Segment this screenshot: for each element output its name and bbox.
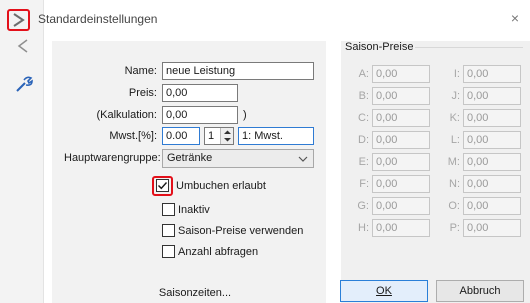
window-title: Standardeinstellungen (38, 12, 158, 26)
wrench-button[interactable] (14, 74, 34, 94)
season-k-label: K: (449, 112, 460, 124)
season-o-label: O: (448, 200, 460, 212)
inaktiv-label[interactable]: Inaktiv (178, 204, 210, 216)
season-k-input[interactable]: 0,00 (463, 109, 521, 127)
season-n-label: N: (449, 178, 460, 190)
season-prices-divider (415, 47, 523, 48)
season-prices-title: Saison-Preise (345, 41, 414, 53)
calc-close-paren: ) (243, 109, 247, 121)
season-m-input[interactable]: 0,00 (463, 153, 521, 171)
season-g-label: G: (357, 200, 369, 212)
season-prices-label[interactable]: Saison-Preise verwenden (178, 225, 303, 237)
season-i-input[interactable]: 0,00 (463, 65, 521, 83)
chevron-left-button[interactable] (14, 37, 32, 55)
season-b-label: B: (358, 90, 369, 102)
chevron-right-icon (13, 13, 25, 27)
season-j-label: J: (451, 90, 460, 102)
season-times-button[interactable]: Saisonzeiten... (150, 287, 240, 299)
price-input[interactable]: 0,00 (162, 84, 238, 102)
vat-spinner[interactable] (220, 128, 233, 144)
season-g-input[interactable]: 0,00 (372, 197, 430, 215)
season-e-input[interactable]: 0,00 (372, 153, 430, 171)
calc-input[interactable]: 0,00 (162, 106, 238, 124)
chevron-right-button[interactable] (7, 9, 30, 31)
vat-description-input[interactable]: 1: Mwst. (238, 127, 314, 145)
season-l-input[interactable]: 0,00 (463, 131, 521, 149)
inaktiv-checkbox[interactable] (162, 203, 175, 216)
season-e-label: E: (358, 156, 369, 168)
season-d-input[interactable]: 0,00 (372, 131, 430, 149)
season-o-input[interactable]: 0,00 (463, 197, 521, 215)
season-p-label: P: (449, 222, 460, 234)
close-button[interactable]: × (507, 10, 523, 26)
checkmark-icon (158, 182, 168, 190)
calc-label: (Kalkulation: (96, 109, 157, 121)
vat-number-value: 1 (208, 130, 215, 142)
general-panel (52, 41, 326, 303)
season-prices-checkbox[interactable] (162, 224, 175, 237)
season-i-label: I: (453, 68, 460, 80)
season-m-label: M: (447, 156, 460, 168)
season-h-input[interactable]: 0,00 (372, 219, 430, 237)
season-j-input[interactable]: 0,00 (463, 87, 521, 105)
ok-button[interactable]: OK (340, 280, 428, 302)
season-d-label: D: (358, 134, 369, 146)
spinner-arrows-icon (224, 130, 231, 142)
season-c-input[interactable]: 0,00 (372, 109, 430, 127)
umbuchen-checkbox[interactable] (156, 179, 169, 192)
vat-input[interactable]: 0.00 (162, 127, 200, 145)
season-f-label: F: (359, 178, 369, 190)
chevron-left-icon (17, 39, 28, 53)
main-group-select[interactable]: Getränke (162, 149, 314, 168)
season-c-label: C: (358, 112, 369, 124)
vat-label: Mwst.[%]: (109, 130, 157, 142)
season-n-input[interactable]: 0,00 (463, 175, 521, 193)
season-a-label: A: (358, 68, 369, 80)
ok-button-label: OK (376, 285, 392, 297)
umbuchen-label[interactable]: Umbuchen erlaubt (176, 180, 266, 192)
wrench-icon (16, 76, 33, 92)
ask-quantity-label[interactable]: Anzahl abfragen (178, 246, 258, 258)
season-f-input[interactable]: 0,00 (372, 175, 430, 193)
season-a-input[interactable]: 0,00 (372, 65, 430, 83)
ask-quantity-checkbox[interactable] (162, 245, 175, 258)
season-l-label: L: (450, 134, 460, 146)
price-label: Preis: (128, 87, 157, 99)
name-label: Name: (100, 65, 157, 77)
chevron-down-icon (298, 156, 308, 162)
season-h-label: H: (358, 222, 369, 234)
name-label-text: Name: (124, 65, 157, 77)
season-p-input[interactable]: 0,00 (463, 219, 521, 237)
name-input[interactable]: neue Leistung (162, 62, 314, 80)
season-b-input[interactable]: 0,00 (372, 87, 430, 105)
cancel-button[interactable]: Abbruch (436, 280, 524, 302)
main-group-label: Hauptwarengruppe: (64, 152, 161, 164)
main-group-value: Getränke (167, 152, 213, 164)
